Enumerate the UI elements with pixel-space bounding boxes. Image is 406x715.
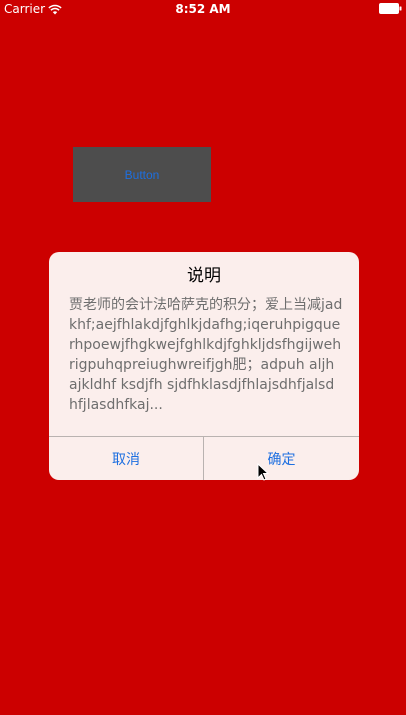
confirm-button[interactable]: 确定: [204, 437, 359, 480]
alert-message: 贾老师的会计法哈萨克的积分；爱上当减jadkhf;aejfhlakdjfghlk…: [69, 297, 343, 413]
battery-icon: [379, 3, 402, 14]
app-button[interactable]: Button: [73, 147, 211, 202]
alert-title: 说明: [187, 266, 221, 286]
status-time: 8:52 AM: [175, 2, 231, 16]
cancel-button[interactable]: 取消: [49, 437, 203, 480]
mouse-cursor-icon: [257, 463, 269, 481]
status-bar: Carrier 8:52 AM: [0, 0, 406, 18]
alert-dialog: 说明 贾老师的会计法哈萨克的积分；爱上当减jadkhf;aejfhlakdjfg…: [49, 252, 359, 480]
